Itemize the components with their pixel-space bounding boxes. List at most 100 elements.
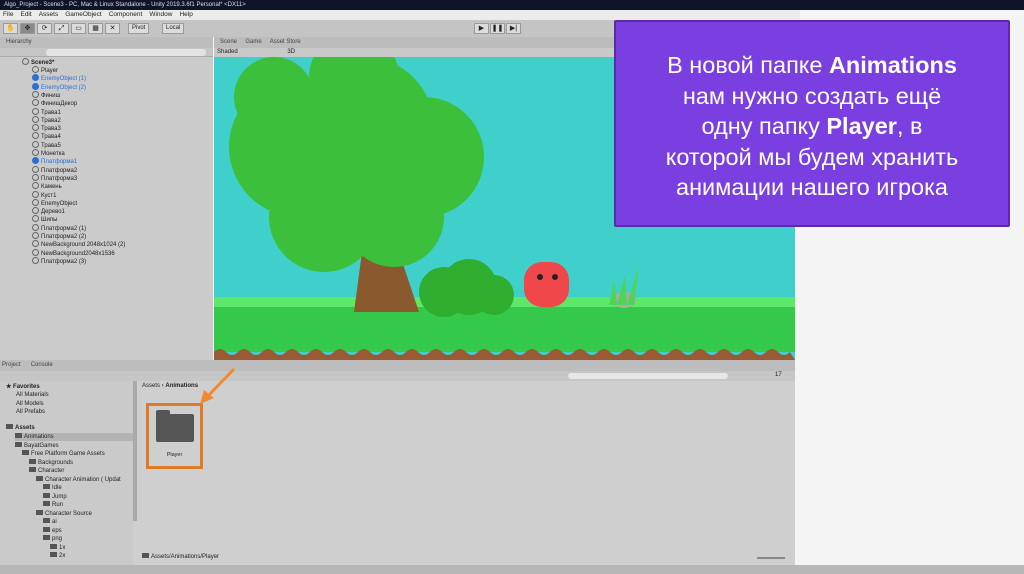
folder-icon: [22, 450, 29, 455]
hierarchy-item[interactable]: Монетка: [32, 149, 65, 157]
hierarchy-item[interactable]: ФинишДекор: [32, 99, 77, 107]
hierarchy-item[interactable]: Дерево1: [32, 207, 65, 215]
hierarchy-item[interactable]: Куст1: [32, 191, 57, 199]
project-folder-item[interactable]: Animations: [15, 433, 133, 441]
tree-scrollbar[interactable]: [133, 381, 137, 521]
hierarchy-item[interactable]: EnemyObject (2): [32, 83, 86, 91]
hierarchy-item[interactable]: Платформа1: [32, 157, 77, 165]
hierarchy-item[interactable]: Player: [32, 66, 58, 74]
local-button[interactable]: Local: [162, 23, 185, 34]
folder-label: ai: [52, 519, 57, 525]
move-tool-icon[interactable]: ✥: [20, 23, 35, 34]
project-folder-item[interactable]: Free Platform Game Assets: [22, 450, 105, 458]
hierarchy-item[interactable]: Финиш: [32, 91, 60, 99]
folder-label: Player: [166, 452, 183, 458]
folder-icon: [43, 501, 50, 506]
arrow-annotation-icon: [200, 367, 236, 404]
menu-gameobject[interactable]: GameObject: [65, 11, 102, 18]
hierarchy-item[interactable]: Трава5: [32, 141, 61, 149]
project-folder-item[interactable]: Backgrounds: [29, 458, 73, 467]
folder-label: Jump: [52, 493, 67, 500]
scale-tool-icon[interactable]: ⤢: [54, 23, 69, 34]
menu-bar: File Edit Assets GameObject Component Window H…: [0, 10, 800, 20]
project-folder-item[interactable]: BayatGames: [15, 441, 59, 450]
player-folder[interactable]: Player: [146, 403, 203, 469]
folder-label: Run: [52, 502, 64, 508]
rect-tool-icon[interactable]: ▭: [71, 23, 86, 34]
hierarchy-item[interactable]: Трава4: [32, 132, 61, 140]
project-folder-item[interactable]: 2x: [50, 552, 65, 560]
breadcrumb: Assets › Animations: [142, 383, 199, 389]
tab-asset-store[interactable]: Asset Store: [270, 39, 301, 45]
project-folder-item[interactable]: Idle: [43, 484, 62, 492]
assets-header[interactable]: Assets: [6, 424, 35, 432]
folder-label: png: [52, 536, 63, 542]
icon-size-slider[interactable]: [757, 557, 785, 559]
project-folder-item[interactable]: Character: [29, 467, 64, 475]
shading-dropdown[interactable]: Shaded: [217, 49, 238, 55]
project-search-input[interactable]: [568, 373, 728, 379]
menu-help[interactable]: Help: [179, 11, 192, 18]
tab-game[interactable]: Game: [245, 39, 261, 45]
rotate-tool-icon[interactable]: ⟳: [37, 23, 52, 34]
player-character: [524, 262, 569, 307]
menu-file[interactable]: File: [3, 11, 13, 18]
folder-icon: [156, 414, 194, 442]
hierarchy-item[interactable]: Платформа2 (2): [32, 232, 86, 240]
tab-scene[interactable]: Scene: [220, 39, 237, 45]
project-folder-item[interactable]: Run: [43, 501, 63, 509]
hierarchy-item[interactable]: Платформа2: [32, 166, 77, 174]
hierarchy-item[interactable]: Шипы: [32, 215, 57, 223]
hierarchy-item[interactable]: Платформа2 (3): [32, 257, 86, 265]
step-icon[interactable]: ▶|: [506, 23, 521, 34]
project-folder-item[interactable]: Character Source: [36, 509, 93, 518]
favorite-item[interactable]: All Models: [16, 400, 44, 408]
title-bar: Algo_Project - Scene3 - PC, Mac & Linux …: [0, 0, 1024, 10]
hierarchy-item[interactable]: Трава2: [32, 116, 61, 124]
hierarchy-item[interactable]: NewBackground2048x1536: [32, 249, 115, 257]
instruction-callout: В новой папке Animations нам нужно созда…: [614, 20, 1010, 227]
project-tree: ★ Favorites All Materials All Models All P…: [0, 381, 137, 565]
custom-tool-icon[interactable]: ✕: [105, 23, 120, 34]
hierarchy-tab[interactable]: Hierarchy: [0, 37, 213, 48]
project-folder-item[interactable]: Jump: [43, 492, 67, 501]
hierarchy-item[interactable]: Платформа2 (1): [32, 224, 86, 232]
menu-assets[interactable]: Assets: [39, 11, 59, 18]
hierarchy-item[interactable]: Платформа3: [32, 174, 77, 182]
selected-path: Assets/Animations/Player: [142, 553, 219, 560]
folder-label: Character Source: [45, 510, 93, 517]
favorite-item[interactable]: All Materials: [16, 391, 49, 399]
transform-tool-icon[interactable]: ▦: [88, 23, 103, 34]
menu-component[interactable]: Component: [109, 11, 143, 18]
tab-project[interactable]: Project: [2, 362, 21, 368]
project-folder-item[interactable]: 1x: [50, 543, 65, 552]
mode-3d-toggle[interactable]: 3D: [287, 49, 295, 55]
folder-label: Character Animation ( Updat: [45, 476, 121, 483]
favorite-item[interactable]: All Prefabs: [16, 408, 45, 416]
tab-console[interactable]: Console: [31, 362, 53, 368]
project-folder-item[interactable]: png: [43, 535, 62, 543]
folder-icon: [15, 441, 22, 447]
project-folder-item[interactable]: ai: [43, 518, 57, 526]
folder-icon: [43, 484, 50, 489]
project-folder-item[interactable]: eps: [43, 526, 62, 535]
menu-window[interactable]: Window: [149, 11, 172, 18]
project-folder-item[interactable]: Character Animation ( Updat: [36, 475, 121, 484]
play-icon[interactable]: ▶: [474, 23, 489, 34]
hierarchy-item[interactable]: EnemyObject: [32, 199, 77, 207]
menu-edit[interactable]: Edit: [20, 11, 31, 18]
hierarchy-search-input[interactable]: [46, 49, 206, 56]
folder-icon: [15, 433, 22, 438]
hierarchy-item[interactable]: NewBackground 2048x1024 (2): [32, 240, 125, 248]
hierarchy-item[interactable]: EnemyObject (1): [32, 74, 86, 82]
pause-icon[interactable]: ❚❚: [490, 23, 505, 34]
breadcrumb-animations[interactable]: Animations: [165, 383, 198, 389]
hierarchy-item[interactable]: Камень: [32, 182, 62, 190]
hierarchy-item[interactable]: Трава3: [32, 124, 61, 132]
breadcrumb-assets[interactable]: Assets: [142, 383, 160, 389]
hierarchy-item[interactable]: Трава1: [32, 108, 61, 116]
pivot-button[interactable]: Pivot: [128, 23, 150, 34]
folder-icon: [43, 518, 50, 523]
hand-tool-icon[interactable]: ✋: [3, 23, 18, 34]
favorites-header[interactable]: ★ Favorites: [6, 383, 40, 391]
